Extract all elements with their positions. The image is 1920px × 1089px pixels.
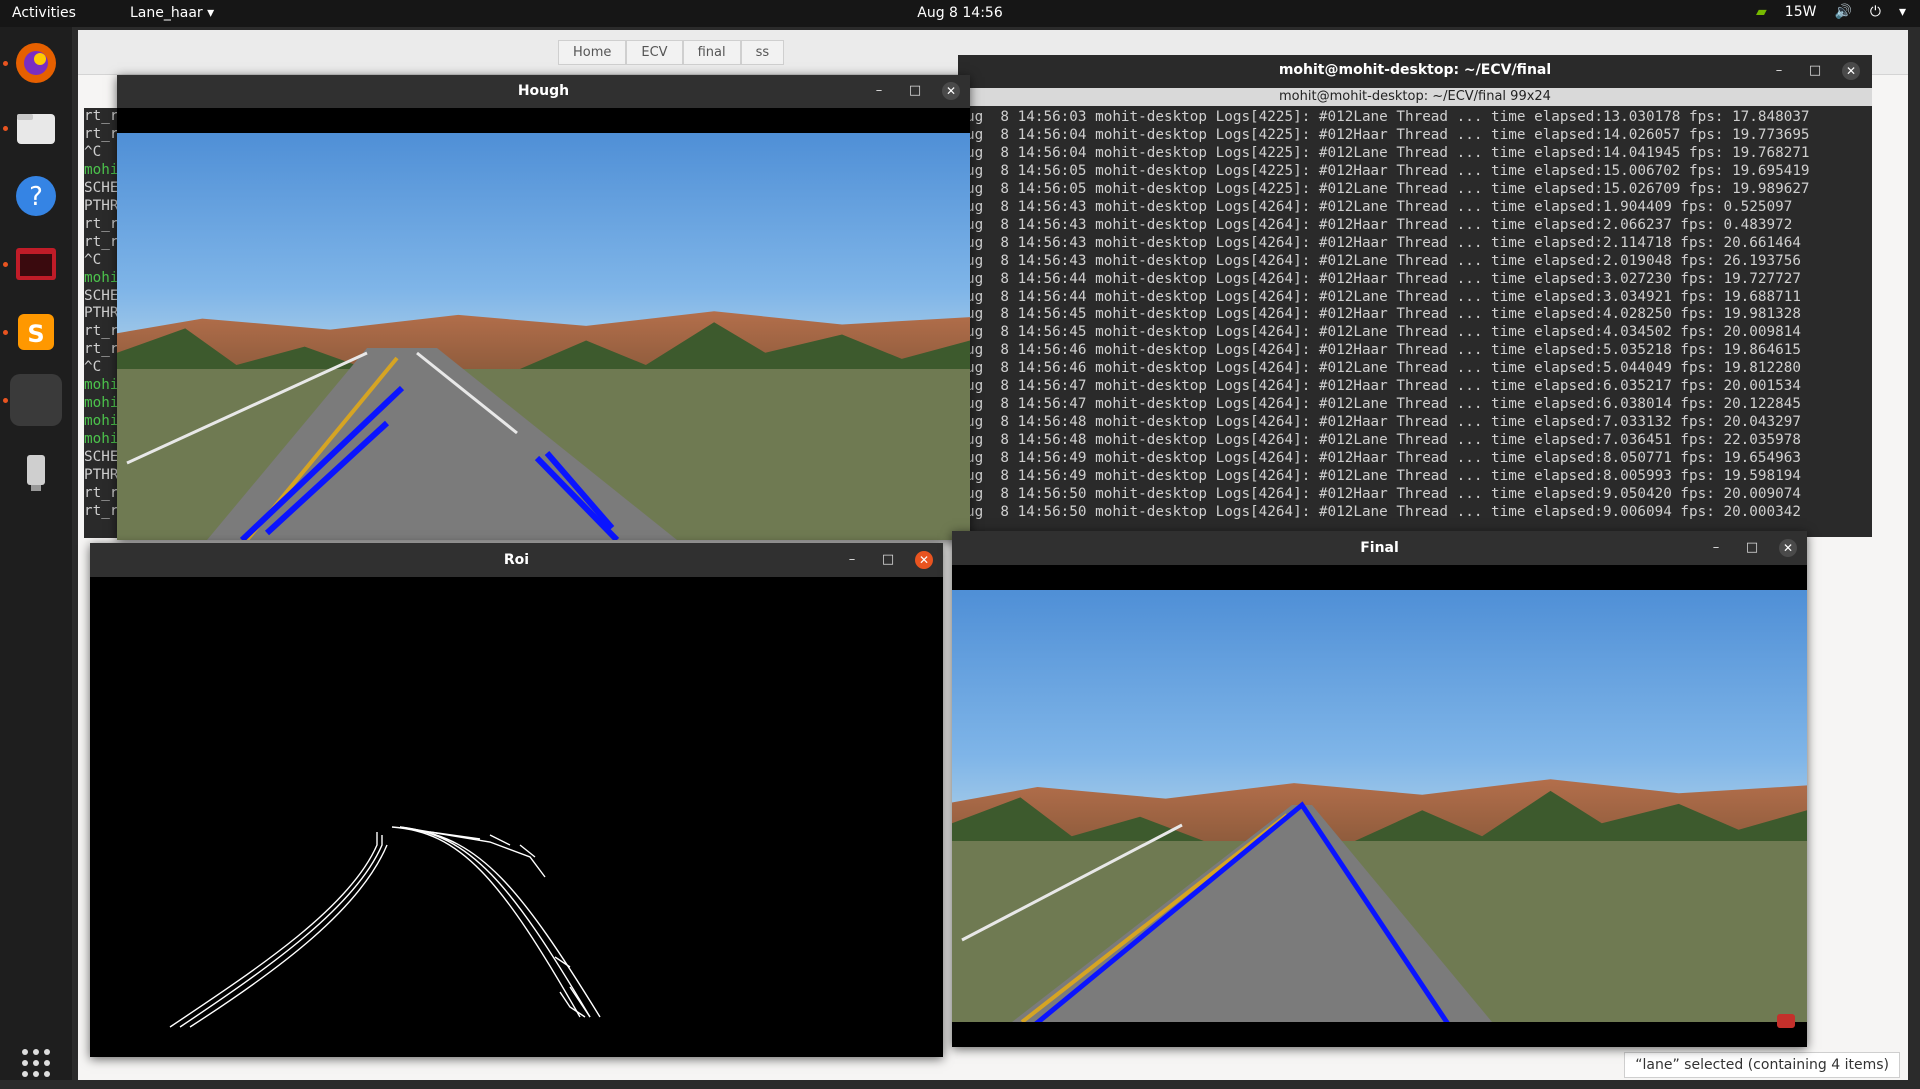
terminal-line: ug 8 14:56:43 mohit-desktop Logs[4264]: … [966, 234, 1801, 251]
firefox-icon[interactable] [10, 37, 62, 89]
terminal-line: ug 8 14:56:03 mohit-desktop Logs[4225]: … [966, 109, 1810, 125]
terminal-line: ug 8 14:56:05 mohit-desktop Logs[4225]: … [966, 162, 1810, 179]
hough-title: Hough [517, 83, 570, 99]
power-readout: 15W [1784, 4, 1817, 20]
breadcrumb[interactable]: Home ECV final ss [558, 40, 785, 65]
roi-image [90, 577, 943, 1057]
final-titlebar: Final – □ ✕ [952, 531, 1807, 565]
help-icon[interactable]: ? [10, 170, 62, 222]
hough-image [117, 133, 970, 540]
close-button[interactable]: ✕ [942, 82, 960, 100]
terminal-tab-title: mohit@mohit-desktop: ~/ECV/final 99x24 [1279, 89, 1551, 104]
close-button[interactable]: ✕ [1779, 539, 1797, 557]
terminal-titlebar: mohit@mohit-desktop: ~/ECV/final – □ ✕ [958, 55, 1872, 87]
terminal-line: ug 8 14:56:49 mohit-desktop Logs[4264]: … [966, 468, 1801, 485]
terminal-line: ug 8 14:56:48 mohit-desktop Logs[4264]: … [966, 432, 1801, 449]
volume-icon: 🔊 [1834, 4, 1852, 20]
roi-titlebar: Roi – □ ✕ [90, 543, 943, 577]
terminal-line: ug 8 14:56:45 mohit-desktop Logs[4264]: … [966, 324, 1801, 341]
maximize-button[interactable]: □ [906, 82, 924, 100]
terminal-line: ug 8 14:56:47 mohit-desktop Logs[4264]: … [966, 378, 1801, 395]
terminal-line: ug 8 14:56:44 mohit-desktop Logs[4264]: … [966, 270, 1801, 287]
terminal-line: ug 8 14:56:49 mohit-desktop Logs[4264]: … [966, 450, 1801, 467]
terminal-line: ug 8 14:56:46 mohit-desktop Logs[4264]: … [966, 342, 1801, 359]
hough-titlebar: Hough – □ ✕ [117, 75, 970, 108]
dock: ? S [0, 27, 73, 1080]
terminal-line: ug 8 14:56:50 mohit-desktop Logs[4264]: … [966, 503, 1801, 520]
svg-text:S: S [27, 320, 44, 348]
system-tray[interactable]: ▰ 15W 🔊 ⏻ ▾ [1756, 4, 1906, 20]
breadcrumb-ss[interactable]: ss [740, 40, 785, 65]
terminal-title: mohit@mohit-desktop: ~/ECV/final [1278, 62, 1552, 78]
terminal-line: ug 8 14:56:43 mohit-desktop Logs[4264]: … [966, 252, 1801, 269]
close-button[interactable]: ✕ [1842, 62, 1860, 80]
terminal-line: ug 8 14:56:50 mohit-desktop Logs[4264]: … [966, 486, 1801, 503]
activities-button[interactable]: Activities [12, 5, 76, 21]
minimize-button[interactable]: – [870, 82, 888, 100]
top-bar: Activities Lane_haar ▾ Aug 8 14:56 ▰ 15W… [0, 0, 1920, 27]
youtube-icon [1777, 1014, 1795, 1028]
terminal-window: mohit@mohit-desktop: ~/ECV/final – □ ✕ m… [958, 55, 1872, 537]
usb-drive-icon[interactable] [10, 447, 62, 499]
svg-text:?: ? [29, 182, 43, 212]
power-icon: ⏻ [1869, 4, 1881, 20]
files-icon[interactable] [10, 102, 62, 154]
breadcrumb-ecv[interactable]: ECV [626, 40, 683, 65]
app-menu[interactable]: Lane_haar ▾ [130, 5, 214, 21]
terminal-line: ug 8 14:56:04 mohit-desktop Logs[4225]: … [966, 126, 1810, 143]
terminal-line: ug 8 14:56:46 mohit-desktop Logs[4264]: … [966, 360, 1801, 377]
roi-title: Roi [503, 552, 530, 568]
active-window-icon[interactable] [10, 374, 62, 426]
gpu-icon: ▰ [1756, 4, 1767, 20]
minimize-button[interactable]: – [1770, 62, 1788, 80]
terminal-line: ug 8 14:56:47 mohit-desktop Logs[4264]: … [966, 396, 1801, 413]
maximize-button[interactable]: □ [1806, 62, 1824, 80]
terminal-line: ug 8 14:56:45 mohit-desktop Logs[4264]: … [966, 306, 1801, 323]
selection-status: “lane” selected (containing 4 items) [1624, 1052, 1900, 1078]
minimize-button[interactable]: – [843, 551, 861, 569]
hough-window: Hough – □ ✕ [117, 75, 970, 540]
terminal-line: ug 8 14:56:43 mohit-desktop Logs[4264]: … [966, 198, 1793, 215]
breadcrumb-final[interactable]: final [682, 40, 741, 65]
terminal-tab-bar: mohit@mohit-desktop: ~/ECV/final 99x24 [958, 88, 1872, 106]
terminal-line: ug 8 14:56:48 mohit-desktop Logs[4264]: … [966, 414, 1801, 431]
terminal-line: ug 8 14:56:04 mohit-desktop Logs[4225]: … [966, 144, 1810, 161]
breadcrumb-home[interactable]: Home [558, 40, 627, 65]
final-title: Final [1360, 540, 1399, 556]
show-apps-icon[interactable] [10, 1037, 62, 1089]
roi-window: Roi – □ ✕ [90, 543, 943, 1057]
terminal-line: ug 8 14:56:05 mohit-desktop Logs[4225]: … [966, 180, 1810, 197]
terminal-output[interactable]: ug 8 14:56:03 mohit-desktop Logs[4225]: … [966, 109, 1856, 533]
terminal-line: ug 8 14:56:43 mohit-desktop Logs[4264]: … [966, 216, 1793, 233]
final-window: Final – □ ✕ [952, 531, 1807, 1047]
maximize-button[interactable]: □ [1743, 539, 1761, 557]
terminal-line: ug 8 14:56:44 mohit-desktop Logs[4264]: … [966, 288, 1801, 305]
sublime-text-icon[interactable]: S [10, 306, 62, 358]
minimize-button[interactable]: – [1707, 539, 1725, 557]
close-button[interactable]: ✕ [915, 551, 933, 569]
clock[interactable]: Aug 8 14:56 [0, 5, 1920, 21]
chevron-down-icon: ▾ [1898, 4, 1906, 20]
final-image [952, 590, 1807, 1022]
maximize-button[interactable]: □ [879, 551, 897, 569]
terminal-app-icon[interactable] [10, 238, 62, 290]
